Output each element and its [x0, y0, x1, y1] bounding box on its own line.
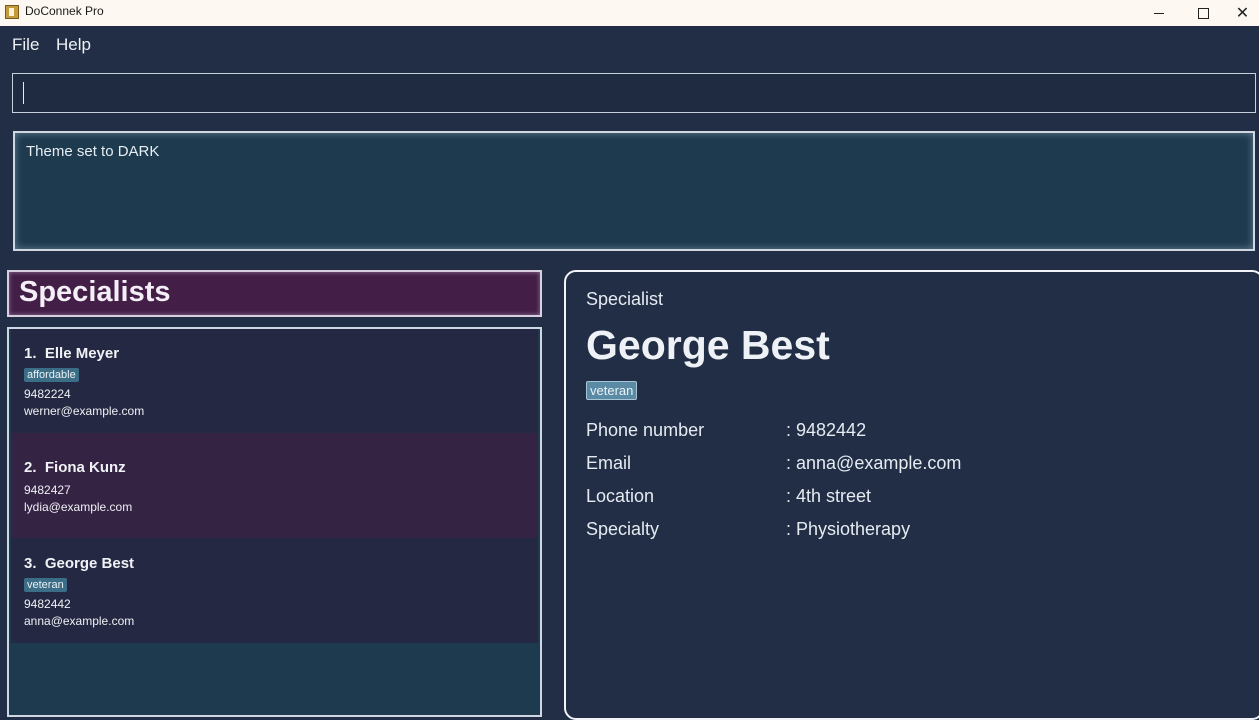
card-name: 2. Fiona Kunz — [24, 459, 126, 476]
specialists-header: Specialists — [7, 270, 542, 317]
specialty-label: Specialty — [586, 519, 660, 539]
card-email: lydia@example.com — [24, 500, 133, 514]
list-item[interactable]: 2. Fiona Kunz 9482427 lydia@example.com — [11, 433, 538, 538]
email-value: : anna@example.com — [786, 453, 962, 473]
title-bar: DoConnek Pro ✕ — [0, 0, 1259, 26]
menu-help[interactable]: Help — [56, 35, 91, 55]
location-label: Location — [586, 486, 655, 506]
specialist-list[interactable]: 1. Elle Meyer affordable 9482224 werner@… — [7, 327, 542, 717]
text-caret — [23, 82, 24, 104]
menu-bar: File Help — [0, 27, 1259, 63]
card-name: 3. George Best — [24, 555, 135, 572]
minimize-button[interactable] — [1136, 0, 1181, 26]
card-name: 1. Elle Meyer — [24, 345, 120, 362]
card-phone: 9482427 — [24, 483, 71, 497]
result-text: Theme set to DARK — [26, 143, 160, 160]
result-display: Theme set to DARK — [13, 131, 1255, 251]
detail-kind: Specialist — [586, 289, 664, 309]
specialty-value: : Physiotherapy — [786, 519, 911, 539]
card-phone: 9482224 — [24, 387, 71, 401]
specialist-detail-panel: Specialist George Best veteran Phone num… — [564, 270, 1259, 720]
email-label: Email — [586, 453, 632, 473]
command-input[interactable] — [12, 73, 1256, 113]
card-email: anna@example.com — [24, 614, 135, 628]
detail-tag: veteran — [586, 381, 638, 400]
window-title: DoConnek Pro — [25, 4, 104, 18]
app-icon — [5, 5, 19, 19]
phone-value: : 9482442 — [786, 420, 867, 440]
minimize-icon — [1153, 12, 1164, 14]
specialists-title: Specialists — [19, 276, 171, 308]
close-icon: ✕ — [1235, 3, 1250, 22]
list-item[interactable]: 3. George Best veteran 9482442 anna@exam… — [11, 538, 538, 643]
card-phone: 9482442 — [24, 597, 71, 611]
maximize-button[interactable] — [1181, 0, 1226, 26]
card-email: werner@example.com — [24, 404, 145, 418]
card-tag: affordable — [24, 368, 79, 382]
maximize-icon — [1198, 7, 1209, 19]
phone-label: Phone number — [586, 420, 705, 440]
location-value: : 4th street — [786, 486, 872, 506]
list-item[interactable]: 1. Elle Meyer affordable 9482224 werner@… — [11, 329, 538, 433]
detail-name: George Best — [586, 322, 830, 368]
menu-file[interactable]: File — [12, 35, 39, 55]
card-tag: veteran — [24, 578, 67, 592]
close-button[interactable]: ✕ — [1226, 0, 1259, 26]
